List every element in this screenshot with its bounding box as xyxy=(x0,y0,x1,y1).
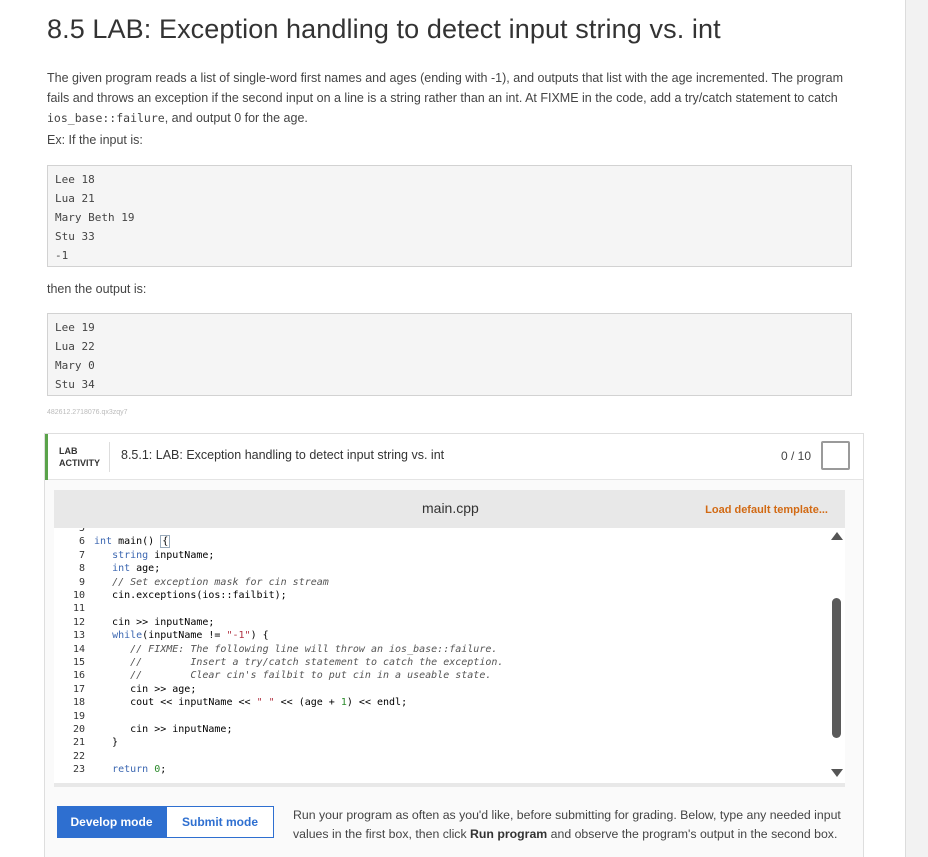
line-number: 21 xyxy=(72,737,85,749)
code-line: 15 // Insert a try/catch statement to ca… xyxy=(54,656,503,669)
code-text: cin >> inputName; xyxy=(94,724,233,735)
lab-type-line1: LAB xyxy=(59,446,78,456)
example-output-line: Mary 0 xyxy=(55,359,95,372)
lab-description: The given program reads a list of single… xyxy=(47,68,847,128)
line-number: 17 xyxy=(72,683,85,695)
description-text-2: , and output 0 for the age. xyxy=(164,111,308,125)
code-text: // Set exception mask for cin stream xyxy=(112,576,329,588)
example-input-line: Mary Beth 19 xyxy=(55,211,135,224)
code-text: // Clear cin's failbit to put cin in a u… xyxy=(130,670,492,682)
line-number: 20 xyxy=(72,724,85,735)
example-label: Ex: If the input is: xyxy=(47,133,143,147)
lab-type-label: LAB ACTIVITY xyxy=(59,445,100,469)
code-line: 12 cin >> inputName; xyxy=(54,616,214,629)
right-gutter xyxy=(905,0,928,857)
code-line: 14 // FIXME: The following line will thr… xyxy=(54,643,497,656)
code-text: string inputName; xyxy=(112,549,215,561)
code-text: int age; xyxy=(112,563,161,575)
code-line: 11 xyxy=(54,602,94,615)
lab-header: LAB ACTIVITY 8.5.1: LAB: Exception handl… xyxy=(45,434,863,480)
code-line: 8 int age; xyxy=(54,562,160,575)
lab-accent-bar xyxy=(45,434,48,480)
code-text: } xyxy=(94,737,119,749)
line-number: 18 xyxy=(72,697,85,709)
lab-title: 8.5.1: LAB: Exception handling to detect… xyxy=(121,448,445,462)
line-number: 23 xyxy=(72,764,85,776)
line-number: 14 xyxy=(72,643,85,655)
line-number: 22 xyxy=(72,750,85,762)
code-editor[interactable]: 5 6 int main() {7 string inputName; 8 int a… xyxy=(54,528,845,783)
tracking-id: 482612.2718076.qx3zqy7 xyxy=(47,409,128,416)
code-text: cin >> age; xyxy=(94,683,197,695)
editor-header: main.cpp Load default template... xyxy=(54,490,845,524)
code-line: 23 return 0; xyxy=(54,763,166,776)
line-number: 12 xyxy=(72,616,85,628)
code-text: return 0; xyxy=(112,764,167,776)
line-number: 8 xyxy=(78,563,85,575)
run-program-label: Run program xyxy=(470,827,548,841)
code-text: // Insert a try/catch statement to catch… xyxy=(130,657,504,668)
line-number: 13 xyxy=(72,630,85,642)
develop-mode-button[interactable]: Develop mode xyxy=(57,806,166,838)
code-line: 22 xyxy=(54,750,94,763)
description-code: ios_base::failure xyxy=(47,111,165,125)
line-number: 7 xyxy=(78,549,85,561)
line-number: 15 xyxy=(72,657,85,668)
code-line: 19 xyxy=(54,710,94,723)
line-number: 10 xyxy=(72,590,85,601)
code-line: 9 // Set exception mask for cin stream xyxy=(54,576,329,589)
run-text-2: and observe the program's output in the … xyxy=(547,827,838,841)
submit-mode-button[interactable]: Submit mode xyxy=(166,806,274,838)
line-number: 19 xyxy=(72,710,85,722)
code-text: cin >> inputName; xyxy=(94,616,215,628)
example-input-line: Lee 18 xyxy=(55,173,95,186)
code-line: 10 cin.exceptions(ios::failbit); xyxy=(54,589,287,602)
file-name: main.cpp xyxy=(422,500,479,516)
editor-scrollbar[interactable] xyxy=(827,528,845,783)
editor-panel: main.cpp Load default template... 5 6 int … xyxy=(54,490,845,787)
line-number: 6 xyxy=(78,536,85,548)
code-line: 21 } xyxy=(54,736,118,749)
line-number: 16 xyxy=(72,670,85,682)
scroll-thumb[interactable] xyxy=(832,598,841,738)
then-label: then the output is: xyxy=(47,282,147,296)
code-text: cin.exceptions(ios::failbit); xyxy=(94,590,287,601)
line-number: 11 xyxy=(72,603,85,615)
code-line: 6 int main() { xyxy=(54,535,171,549)
code-line: 7 string inputName; xyxy=(54,549,214,562)
code-line: 13 while(inputName != "-1") { xyxy=(54,629,269,642)
page-title: 8.5 LAB: Exception handling to detect in… xyxy=(47,14,721,44)
example-output-line: Lua 22 xyxy=(55,340,95,353)
code-line: 20 cin >> inputName; xyxy=(54,723,233,736)
code-text: while(inputName != "-1") { xyxy=(112,630,269,642)
load-default-template-link[interactable]: Load default template... xyxy=(705,504,828,516)
lab-score: 0 / 10 xyxy=(781,449,812,463)
code-text: cout << inputName << " " << (age + 1) <<… xyxy=(94,697,408,709)
lab-activity: LAB ACTIVITY 8.5.1: LAB: Exception handl… xyxy=(44,433,864,857)
code-text: int main() { xyxy=(94,535,171,549)
completion-checkbox xyxy=(821,441,850,470)
code-text: // FIXME: The following line will throw … xyxy=(130,643,498,655)
code-line: 5 xyxy=(54,528,94,535)
header-divider xyxy=(109,442,110,472)
description-text-1: The given program reads a list of single… xyxy=(47,71,844,105)
lab-type-line2: ACTIVITY xyxy=(59,458,101,468)
example-input-line: Lua 21 xyxy=(55,192,95,205)
scroll-up-arrow-icon[interactable] xyxy=(831,532,843,540)
example-output-line: Lee 19 xyxy=(55,321,95,334)
example-input-line: -1 xyxy=(55,249,69,262)
code-line: 16 // Clear cin's failbit to put cin in … xyxy=(54,669,491,682)
code-line: 17 cin >> age; xyxy=(54,683,196,696)
scroll-down-arrow-icon[interactable] xyxy=(831,769,843,777)
example-input-line: Stu 33 xyxy=(55,230,95,243)
example-output-box: Lee 19 Lua 22 Mary 0 Stu 34 xyxy=(47,313,852,396)
line-number: 9 xyxy=(78,576,85,588)
run-instructions: Run your program as often as you'd like,… xyxy=(293,806,853,844)
example-output-line: Stu 34 xyxy=(55,378,95,391)
line-number: 5 xyxy=(78,528,85,534)
code-line: 18 cout << inputName << " " << (age + 1)… xyxy=(54,696,407,709)
example-input-box: Lee 18 Lua 21 Mary Beth 19 Stu 33 -1 xyxy=(47,165,852,267)
